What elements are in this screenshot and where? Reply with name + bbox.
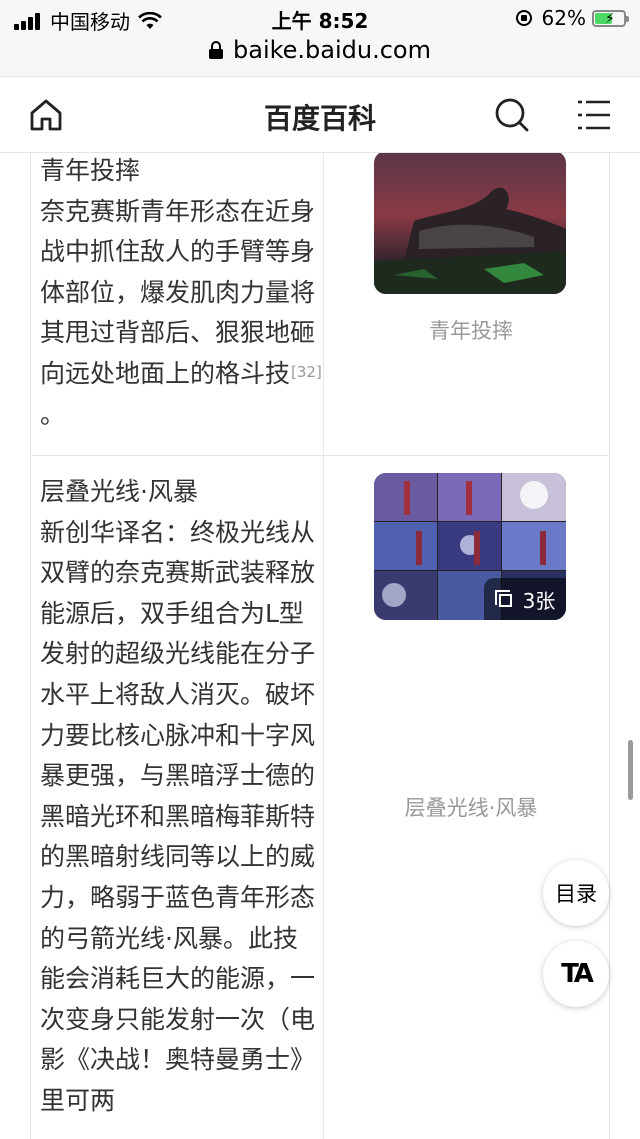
citation-link[interactable]: [32] bbox=[291, 363, 322, 381]
column-divider bbox=[323, 153, 324, 455]
table-row: 青年投摔 奈克赛斯青年形态在近身战中抓住敌人的手臂等身体部位，爆发肌肉力量将其甩… bbox=[31, 153, 609, 456]
top-nav: 百度百科 bbox=[0, 76, 640, 153]
image-caption: 层叠光线·风暴 bbox=[404, 796, 538, 820]
table-row: 层叠光线·风暴 新创华译名：终极光线从双臂的奈克赛斯武装释放能源后，双手组合为L… bbox=[31, 456, 609, 1139]
column-divider bbox=[323, 456, 324, 1139]
image-count-badge: 3张 bbox=[484, 578, 566, 620]
battery-icon: ⚡ bbox=[592, 9, 629, 27]
url-text[interactable]: baike.baidu.com bbox=[233, 36, 431, 64]
image-caption: 青年投摔 bbox=[429, 319, 513, 343]
skills-table: 青年投摔 奈克赛斯青年形态在近身战中抓住敌人的手臂等身体部位，爆发肌肉力量将其甩… bbox=[30, 153, 610, 1139]
status-bar: 中国移动 上午 8:52 62% ⚡ bbox=[0, 0, 640, 34]
lock-icon bbox=[209, 41, 223, 59]
skill-image[interactable] bbox=[374, 153, 566, 294]
font-size-label: TA bbox=[561, 959, 594, 989]
search-icon[interactable] bbox=[494, 97, 530, 133]
url-bar[interactable]: baike.baidu.com bbox=[0, 32, 640, 76]
skill-description: 新创华译名：终极光线从双臂的奈克赛斯武装释放能源后，双手组合为L型发射的超级光线… bbox=[40, 517, 316, 1115]
battery-percent: 62% bbox=[541, 6, 586, 30]
menu-icon[interactable] bbox=[576, 99, 612, 131]
image-count: 3张 bbox=[522, 588, 556, 613]
skill-image-gallery[interactable]: 3张 bbox=[374, 473, 566, 620]
gallery-stack-icon bbox=[494, 590, 513, 608]
skill-name: 层叠光线·风暴 bbox=[40, 477, 198, 506]
site-title[interactable]: 百度百科 bbox=[0, 97, 640, 137]
skill-image-art bbox=[374, 153, 566, 294]
table-of-contents-button[interactable]: 目录 bbox=[543, 860, 609, 926]
skill-description: 奈克赛斯青年形态在近身战中抓住敌人的手臂等身体部位，爆发肌肉力量将其甩过背部后、… bbox=[40, 196, 322, 429]
font-size-button[interactable]: TA bbox=[543, 941, 609, 1007]
skill-name: 青年投摔 bbox=[40, 156, 141, 185]
charging-bolt-icon: ⚡ bbox=[605, 10, 615, 27]
orientation-lock-icon bbox=[515, 10, 532, 26]
skill-description-cell: 层叠光线·风暴 新创华译名：终极光线从双臂的奈克赛斯武装释放能源后，双手组合为L… bbox=[40, 472, 322, 1122]
toc-label: 目录 bbox=[555, 882, 597, 906]
scrollbar[interactable] bbox=[628, 740, 633, 800]
skill-description-cell: 青年投摔 奈克赛斯青年形态在近身战中抓住敌人的手臂等身体部位，爆发肌肉力量将其甩… bbox=[40, 153, 322, 435]
